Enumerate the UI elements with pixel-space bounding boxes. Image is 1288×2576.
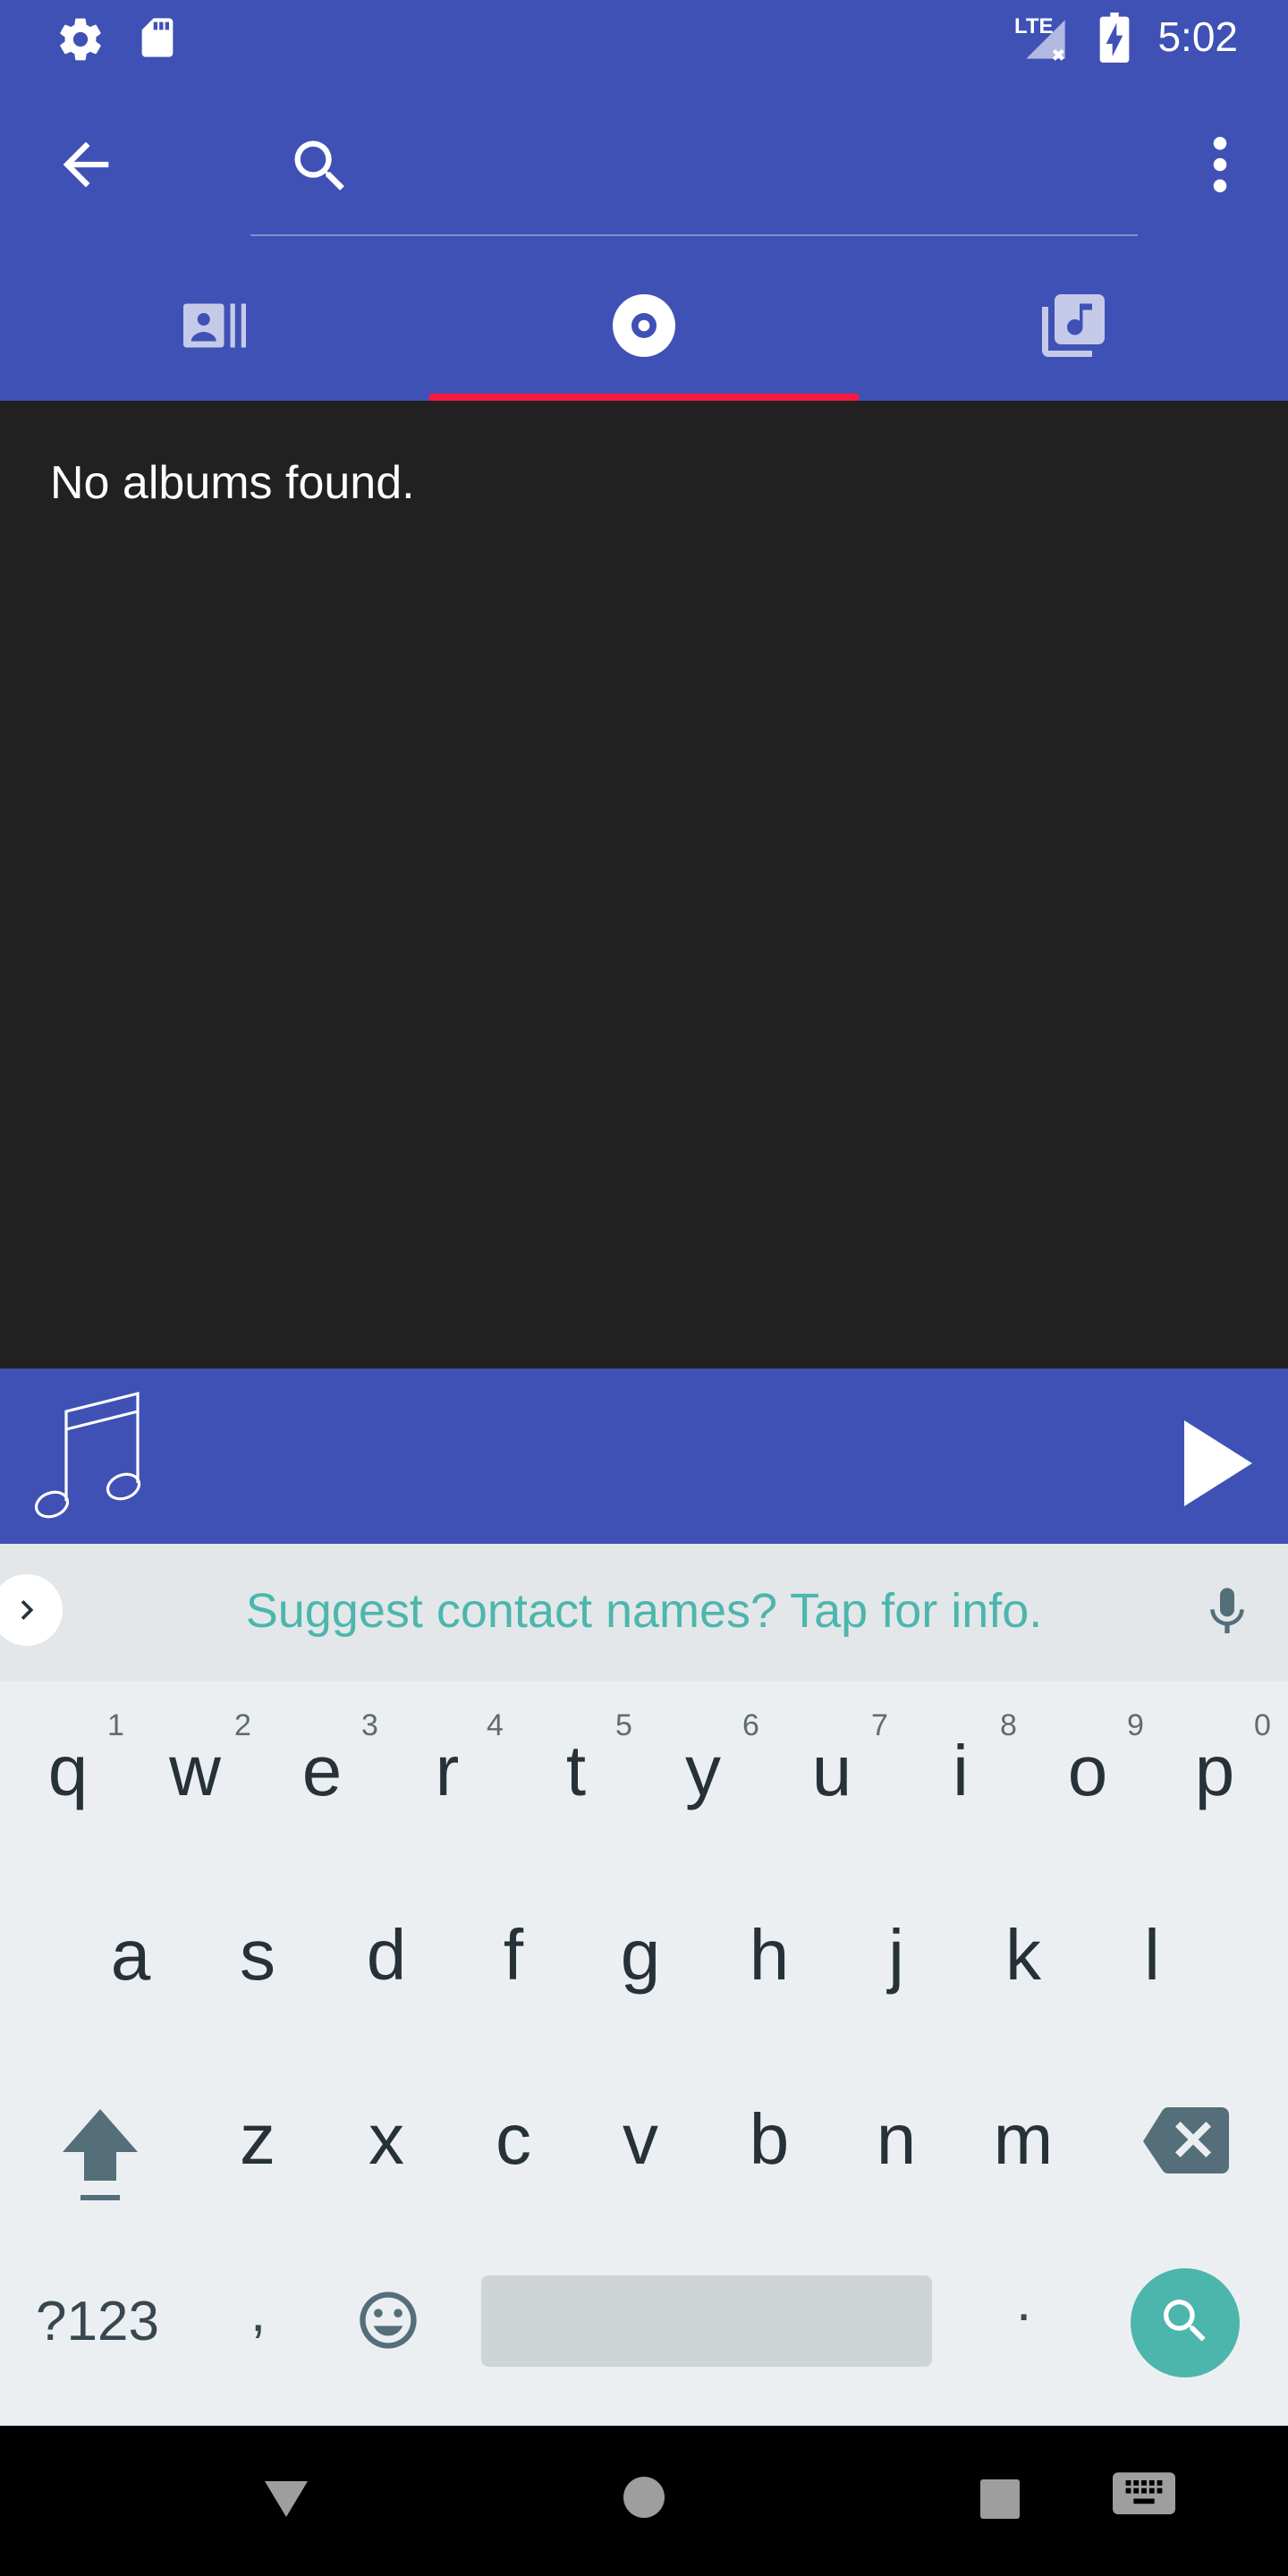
tab-albums[interactable]	[429, 256, 859, 399]
signal-icon	[1020, 16, 1072, 67]
key-hint-5: 5	[615, 1708, 632, 1742]
symbols-key[interactable]: ?123	[36, 2290, 159, 2353]
status-bar: LTE 5:02	[0, 0, 1288, 75]
key-hint-0: 0	[1254, 1708, 1271, 1742]
key-hint-2: 2	[234, 1708, 251, 1742]
key-a[interactable]: a	[72, 1875, 190, 2036]
key-v[interactable]: v	[581, 2059, 699, 2220]
microphone-icon[interactable]	[1199, 1578, 1256, 1650]
key-hint-3: 3	[361, 1708, 378, 1742]
key-s[interactable]: s	[199, 1875, 317, 2036]
selected-tab-indicator	[429, 394, 859, 401]
clock: 5:02	[1157, 13, 1238, 60]
key-hint-8: 8	[1000, 1708, 1017, 1742]
key-hint-1: 1	[107, 1708, 124, 1742]
key-z[interactable]: z	[199, 2059, 317, 2220]
key-hint-4: 4	[487, 1708, 504, 1742]
key-l[interactable]: l	[1093, 1875, 1211, 2036]
key-d[interactable]: d	[327, 1875, 445, 2036]
gear-icon	[55, 14, 106, 69]
empty-state-message: No albums found.	[50, 457, 415, 509]
sd-card-icon	[134, 14, 181, 65]
now-playing-bar[interactable]	[0, 1368, 1288, 1544]
key-f[interactable]: f	[454, 1875, 572, 2036]
back-arrow-icon[interactable]	[52, 131, 120, 203]
key-h[interactable]: h	[710, 1875, 828, 2036]
songs-icon	[1036, 288, 1111, 368]
recents-nav-icon[interactable]	[980, 2479, 1020, 2523]
key-j[interactable]: j	[837, 1875, 955, 2036]
artists-icon	[177, 288, 252, 368]
app-bar	[0, 75, 1288, 250]
album-icon	[606, 288, 682, 368]
key-c[interactable]: c	[454, 2059, 572, 2220]
backspace-icon[interactable]	[1143, 2107, 1229, 2180]
battery-charging-icon	[1097, 13, 1132, 67]
comma-key[interactable]: ,	[250, 2281, 266, 2344]
back-nav-icon[interactable]	[261, 2478, 311, 2525]
shift-icon[interactable]	[55, 2102, 145, 2214]
play-icon[interactable]	[1181, 1419, 1256, 1513]
search-underline	[250, 234, 1138, 236]
key-hint-9: 9	[1127, 1708, 1144, 1742]
music-note-icon	[27, 1386, 152, 1534]
key-hint-7: 7	[871, 1708, 888, 1742]
key-x[interactable]: x	[327, 2059, 445, 2220]
tab-artists[interactable]	[0, 256, 429, 399]
search-action-key[interactable]	[1131, 2268, 1240, 2377]
key-k[interactable]: k	[964, 1875, 1082, 2036]
navigation-bar	[0, 2426, 1288, 2576]
key-hint-6: 6	[742, 1708, 759, 1742]
suggestion-text[interactable]: Suggest contact names? Tap for info.	[0, 1583, 1288, 1639]
search-input[interactable]	[367, 147, 1122, 211]
home-nav-icon[interactable]	[623, 2476, 665, 2523]
albums-list	[0, 401, 1288, 1368]
keyboard-switch-icon[interactable]	[1113, 2472, 1175, 2527]
overflow-menu-icon[interactable]	[1195, 131, 1245, 203]
tab-songs[interactable]	[859, 256, 1288, 399]
key-n[interactable]: n	[837, 2059, 955, 2220]
emoji-icon[interactable]	[354, 2286, 422, 2359]
search-icon	[1157, 2292, 1214, 2354]
period-key[interactable]: .	[1016, 2270, 1031, 2334]
key-m[interactable]: m	[964, 2059, 1082, 2220]
search-icon	[286, 132, 354, 205]
key-g[interactable]: g	[581, 1875, 699, 2036]
space-key[interactable]	[481, 2275, 932, 2367]
key-b[interactable]: b	[710, 2059, 828, 2220]
